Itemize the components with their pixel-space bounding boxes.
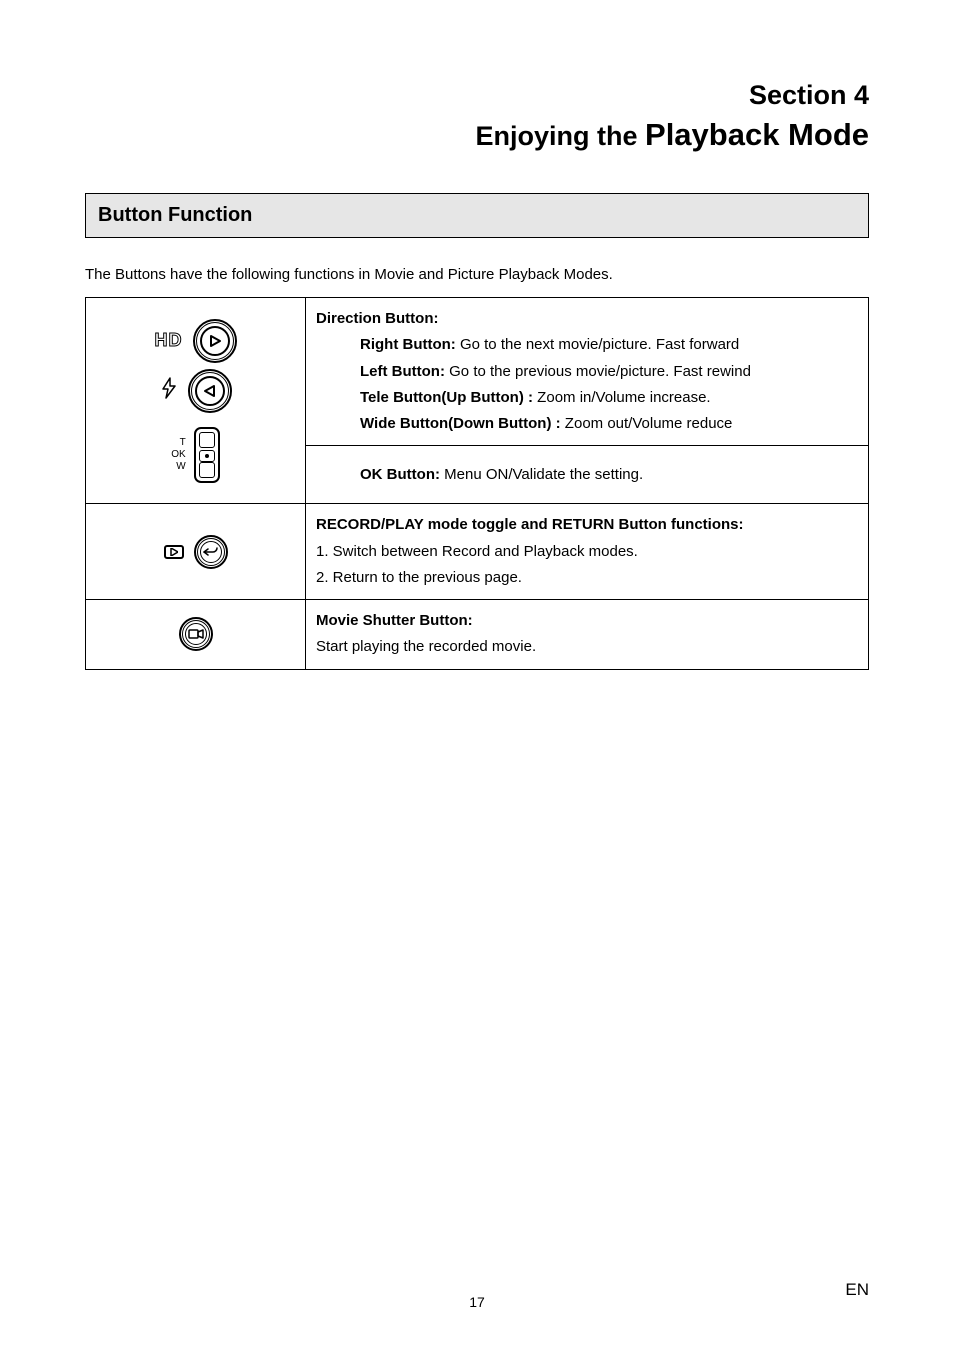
rocker-ok-label: OK xyxy=(171,449,185,461)
page-number: 17 xyxy=(0,1294,954,1310)
direction-title: Direction Button: xyxy=(316,310,438,327)
rocker-t-label: T xyxy=(180,437,186,449)
section-heading-prefix: Enjoying the xyxy=(476,121,646,151)
left-button-text: Go to the previous movie/picture. Fast r… xyxy=(445,363,751,380)
rocker-button-icon: T OK W xyxy=(171,427,219,483)
record-play-line1: 1. Switch between Record and Playback mo… xyxy=(316,539,858,565)
record-play-description: RECORD/PLAY mode toggle and RETURN Butto… xyxy=(306,504,869,600)
section-title: Section 4 Enjoying the Playback Mode xyxy=(85,80,869,153)
ok-button-label: OK Button: xyxy=(360,466,440,483)
section-heading-big: Playback Mode xyxy=(645,117,869,152)
section-heading: Enjoying the Playback Mode xyxy=(85,117,869,153)
direction-button-icons: HD xyxy=(86,298,306,504)
tele-button-label: Tele Button(Up Button) : xyxy=(360,389,533,406)
ok-button-text: Menu ON/Validate the setting. xyxy=(440,466,643,483)
wide-button-text: Zoom out/Volume reduce xyxy=(561,415,733,432)
ok-button-description: OK Button: Menu ON/Validate the setting. xyxy=(306,446,869,504)
page-title: Button Function xyxy=(85,193,869,238)
movie-shutter-title: Movie Shutter Button: xyxy=(316,612,473,629)
right-button-icon xyxy=(193,319,237,363)
table-row: Movie Shutter Button: Start playing the … xyxy=(86,600,869,670)
record-play-title: RECORD/PLAY mode toggle and RETURN Butto… xyxy=(316,516,744,533)
record-play-line2: 2. Return to the previous page. xyxy=(316,565,858,591)
movie-shutter-description: Movie Shutter Button: Start playing the … xyxy=(306,600,869,670)
return-button-icon xyxy=(194,535,228,569)
right-button-label: Right Button: xyxy=(360,336,456,353)
language-label: EN xyxy=(845,1280,869,1300)
section-number: Section 4 xyxy=(85,80,869,111)
table-row: HD xyxy=(86,298,869,446)
playback-rect-icon xyxy=(164,545,184,559)
button-function-table: HD xyxy=(85,297,869,670)
movie-shutter-icon-cell xyxy=(86,600,306,670)
table-row: RECORD/PLAY mode toggle and RETURN Butto… xyxy=(86,504,869,600)
movie-shutter-line1: Start playing the recorded movie. xyxy=(316,634,858,660)
movie-shutter-button-icon xyxy=(179,617,213,651)
rocker-w-label: W xyxy=(176,461,185,473)
wide-button-label: Wide Button(Down Button) : xyxy=(360,415,561,432)
intro-text: The Buttons have the following functions… xyxy=(85,266,869,283)
hd-label: HD xyxy=(155,330,183,351)
left-button-icon xyxy=(188,369,232,413)
record-play-icons xyxy=(86,504,306,600)
left-button-label: Left Button: xyxy=(360,363,445,380)
right-button-text: Go to the next movie/picture. Fast forwa… xyxy=(456,336,739,353)
tele-button-text: Zoom in/Volume increase. xyxy=(533,389,711,406)
direction-button-description: Direction Button: Right Button: Go to th… xyxy=(306,298,869,446)
flash-icon xyxy=(160,377,178,405)
